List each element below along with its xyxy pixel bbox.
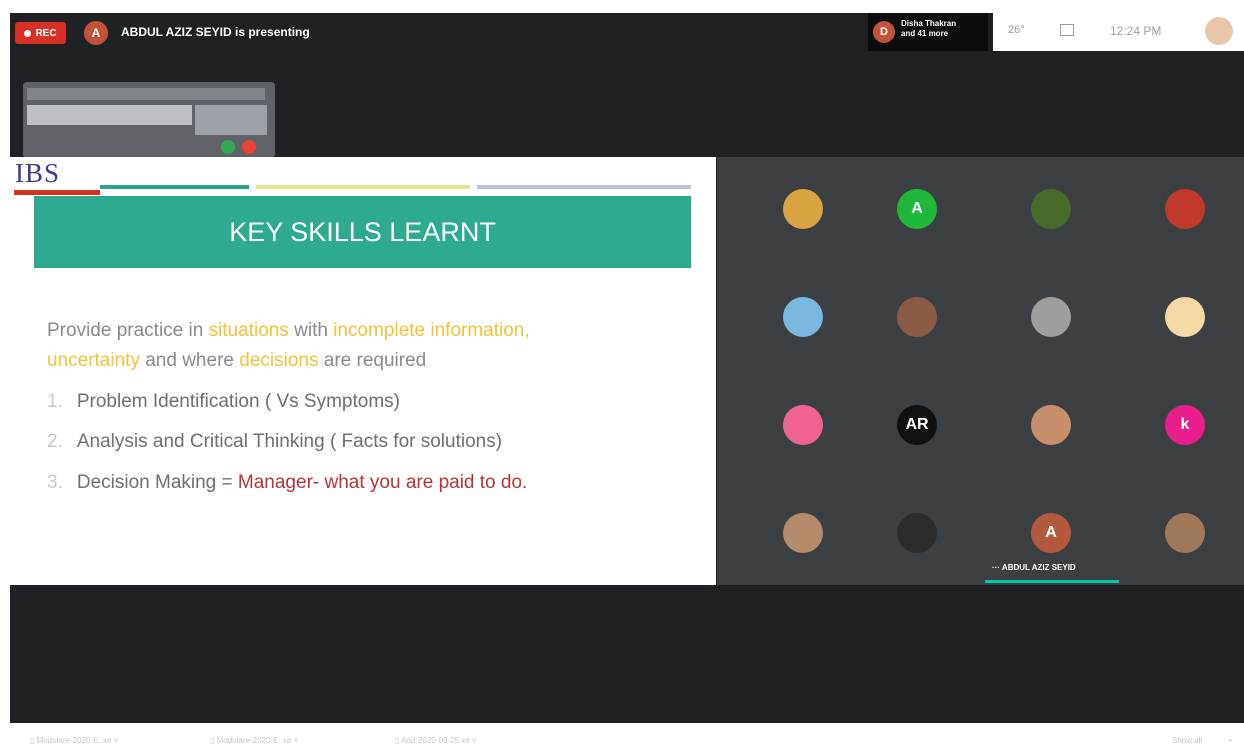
thumbnail-panel xyxy=(195,105,267,135)
thumbnail-input xyxy=(27,105,192,125)
file-icon: ▯ xyxy=(30,736,37,745)
skill-text: Decision Making = xyxy=(76,472,238,493)
slide-divider-yellow xyxy=(256,185,470,189)
skill-text: Problem Identification ( Vs Symptoms) xyxy=(76,391,400,412)
skill-number: 3. xyxy=(47,472,63,493)
download-item[interactable]: ▯ Add-2020-09-25.xe ˅ xyxy=(395,736,477,745)
download-item[interactable]: ▯ Modulare-2020-E..xe ˅ xyxy=(30,736,118,745)
participant-grid: A AR k A xyxy=(717,157,1244,585)
participant-tile[interactable] xyxy=(1165,297,1205,337)
download-item[interactable]: ▯ Modulare-2020-E..xe ˅ xyxy=(210,736,298,745)
participant-tile[interactable] xyxy=(897,297,937,337)
logo-underline xyxy=(14,190,100,195)
intro-text: with xyxy=(288,320,334,341)
skill-highlight: Manager- what you are paid to do. xyxy=(237,472,528,493)
participant-avatar: D xyxy=(873,21,895,43)
participant-tile[interactable]: AR xyxy=(897,405,937,445)
file-icon: ▯ xyxy=(210,736,217,745)
intro-text: Provide practice in xyxy=(47,320,209,341)
presenting-label: ABDUL AZIZ SEYID is presenting xyxy=(121,25,310,39)
intro-highlight: incomplete information, xyxy=(333,320,530,341)
skill-item: 2. Analysis and Critical Thinking ( Facts… xyxy=(47,431,502,453)
thumbnail-red-icon xyxy=(242,140,256,154)
slide-divider-teal xyxy=(100,185,249,189)
participant-tile[interactable] xyxy=(783,297,823,337)
download-name: Modulare-2020-E..xe xyxy=(216,736,292,745)
participant-tile[interactable] xyxy=(783,513,823,553)
participants-name: Disha Thakran xyxy=(901,19,957,28)
skill-item: 3. Decision Making = Manager- what you ar… xyxy=(47,472,527,494)
participant-tile[interactable] xyxy=(897,513,937,553)
ibs-logo: IBS xyxy=(15,158,61,188)
active-speaker-name: ··· ABDUL AZIZ SEYID xyxy=(992,563,1076,572)
skill-number: 1. xyxy=(47,391,63,412)
intro-highlight: decisions xyxy=(239,350,319,371)
recording-indicator: REC xyxy=(15,22,66,44)
slide-title: KEY SKILLS LEARNT xyxy=(34,196,691,268)
participant-tile[interactable] xyxy=(1031,297,1071,337)
download-name: Modulare-2020-E..xe xyxy=(36,736,112,745)
participant-tile[interactable] xyxy=(783,189,823,229)
participant-tile[interactable]: k xyxy=(1165,405,1205,445)
active-speaker-indicator xyxy=(985,580,1119,583)
active-speaker-label: ABDUL AZIZ SEYID xyxy=(1001,563,1076,572)
participant-tile[interactable]: A xyxy=(1031,513,1071,553)
skill-text: Analysis and Critical Thinking ( Facts f… xyxy=(76,431,503,452)
meeting-empty-area xyxy=(10,585,1244,723)
skill-number: 2. xyxy=(47,431,63,452)
download-name: Add-2020-09-25.xe xyxy=(401,736,470,745)
skill-item: 1. Problem Identification ( Vs Symptoms) xyxy=(47,391,400,413)
participants-more: and 41 more xyxy=(901,29,949,38)
thumbnail-toolbar xyxy=(27,88,265,100)
thumbnail-green-icon xyxy=(221,140,235,154)
slide-divider-blue xyxy=(477,185,691,189)
downloads-bar xyxy=(0,723,1244,756)
intro-text: are required xyxy=(318,350,427,371)
user-avatar-icon[interactable] xyxy=(1205,17,1233,45)
participant-tile[interactable] xyxy=(1031,189,1071,229)
record-dot-icon xyxy=(24,29,32,37)
slide-intro: Provide practice in situations with inco… xyxy=(47,316,667,376)
participant-tile[interactable] xyxy=(1031,405,1071,445)
grid-icon[interactable] xyxy=(1060,24,1074,36)
intro-text: and where xyxy=(139,350,240,371)
participant-tile[interactable]: A xyxy=(897,189,937,229)
recording-label: REC xyxy=(35,27,57,39)
participant-tile[interactable] xyxy=(1165,189,1205,229)
weather-temperature: 26° xyxy=(1008,24,1025,36)
close-icon[interactable]: × xyxy=(1228,736,1233,745)
participant-tile[interactable] xyxy=(783,405,823,445)
show-all-downloads[interactable]: Show all xyxy=(1172,736,1202,745)
participants-summary: Disha Thakran and 41 more xyxy=(901,19,956,39)
intro-highlight: uncertainty xyxy=(47,350,140,371)
clock: 12:24 PM xyxy=(1110,24,1162,38)
intro-highlight: situations xyxy=(208,320,289,341)
presenter-avatar: A xyxy=(84,21,108,45)
participant-tile[interactable] xyxy=(1165,513,1205,553)
